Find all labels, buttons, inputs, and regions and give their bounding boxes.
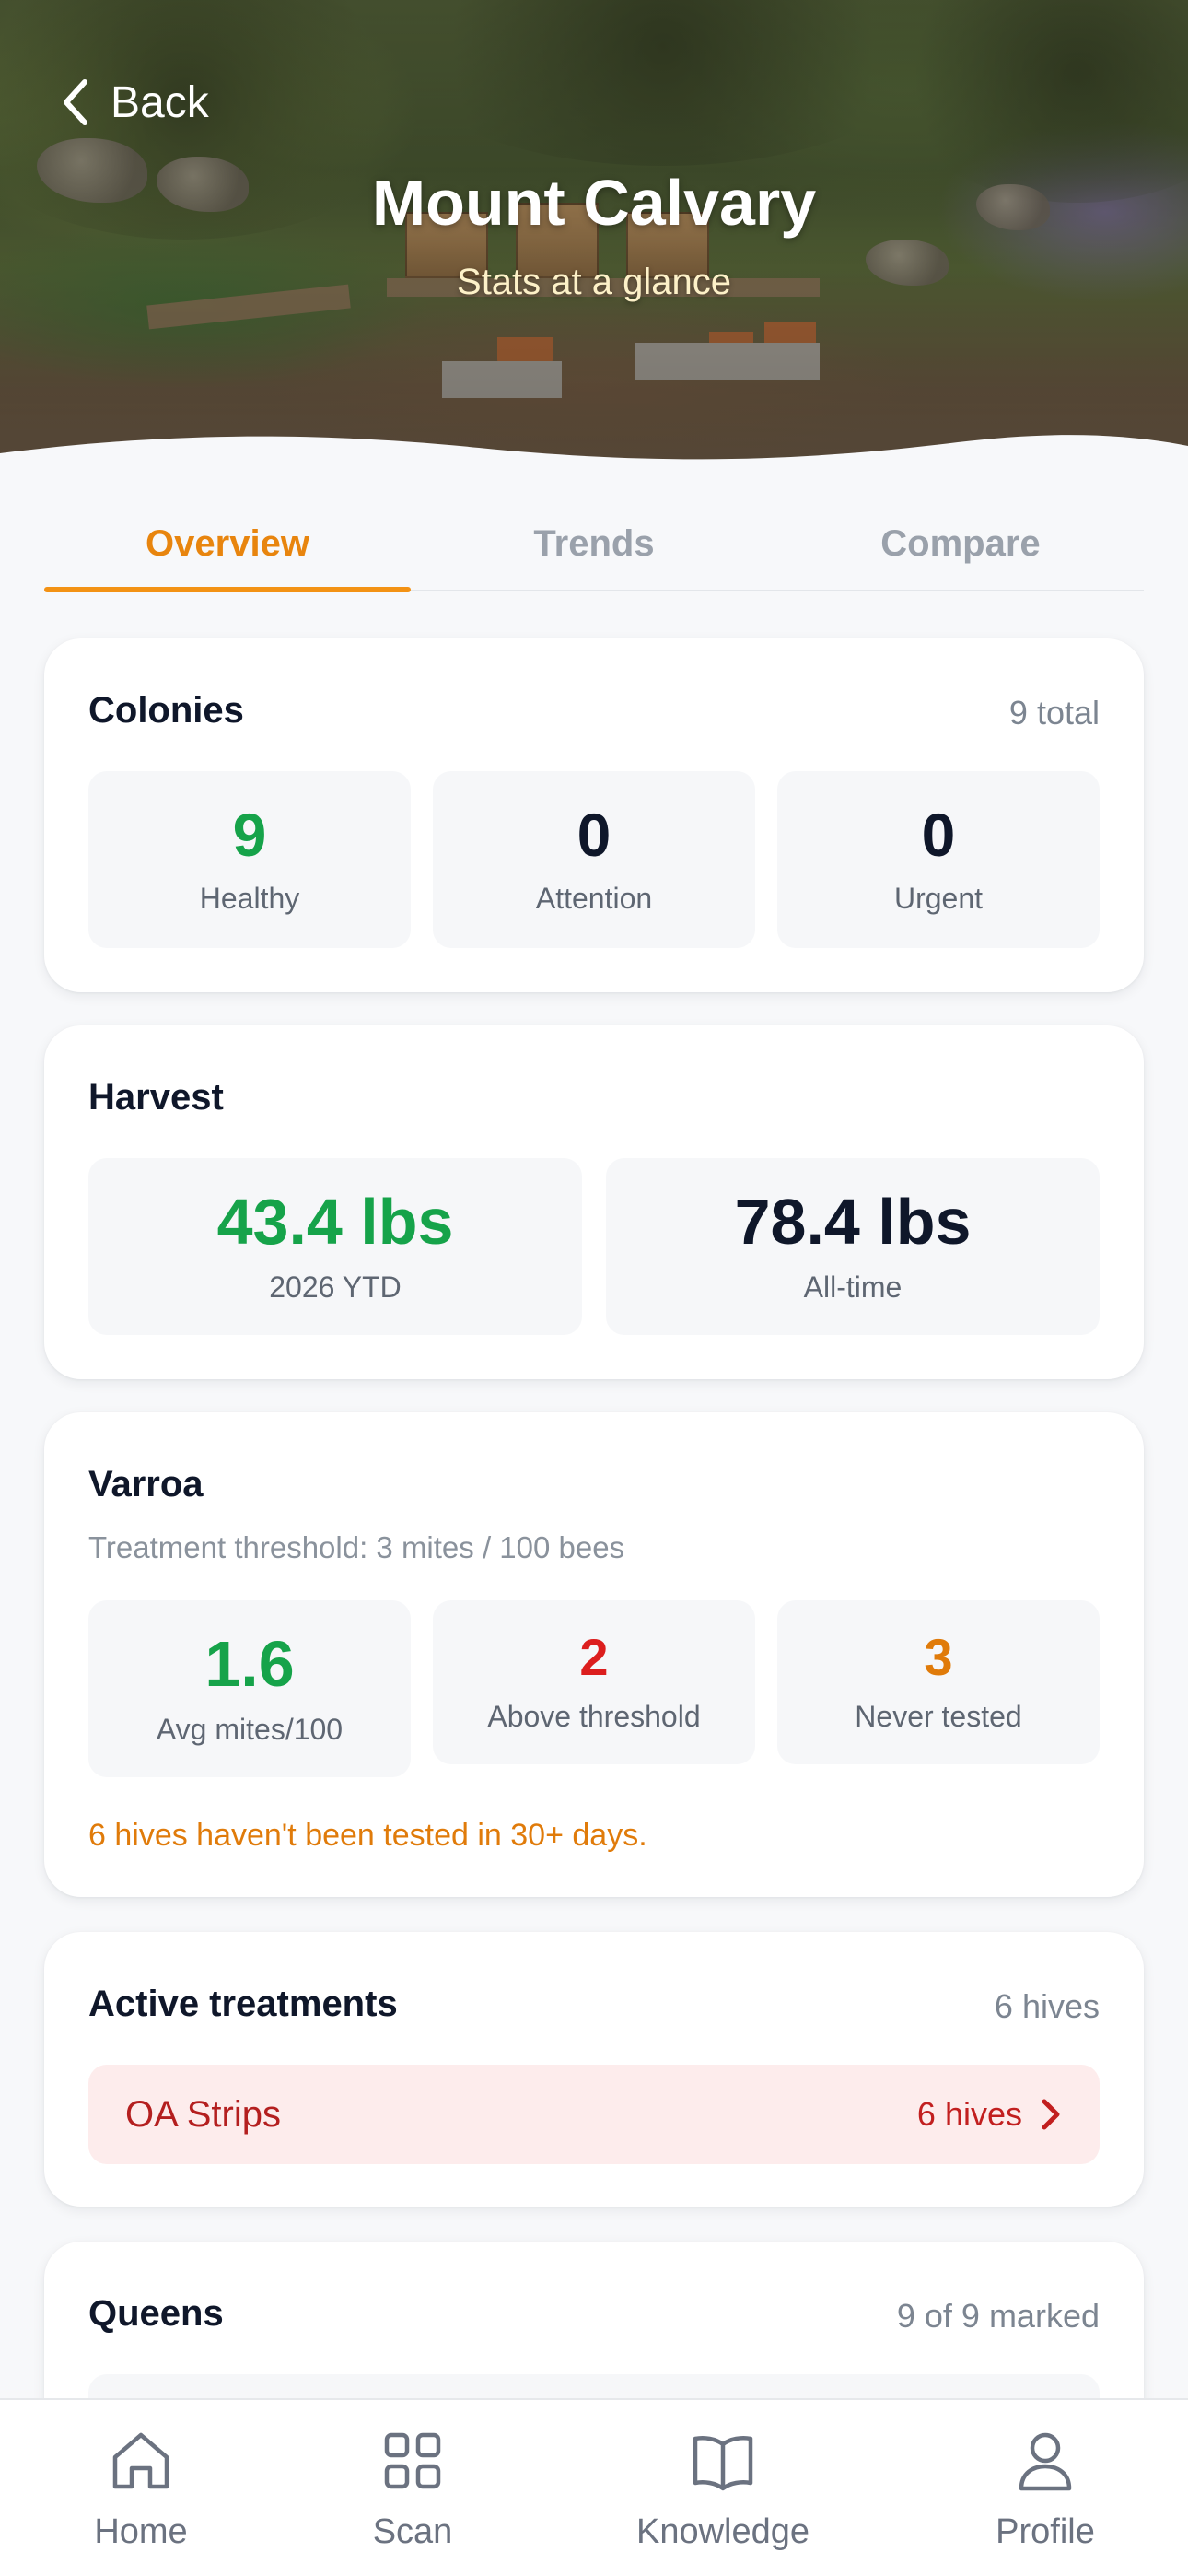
urgent-label: Urgent xyxy=(893,881,984,915)
nav-profile-label: Profile xyxy=(996,2512,1095,2551)
tab-compare[interactable]: Compare xyxy=(777,498,1144,590)
attention-stat: 0 Attention xyxy=(433,771,755,948)
page-title: Mount Calvary xyxy=(371,167,817,239)
back-label: Back xyxy=(111,77,209,127)
queens-marked: 9 of 9 marked xyxy=(896,2297,1100,2335)
back-button[interactable]: Back xyxy=(57,70,209,135)
above-threshold-label: Above threshold xyxy=(487,1699,701,1733)
user-icon xyxy=(1019,2432,1072,2491)
treatment-hives-count: 6 hives xyxy=(916,2095,1022,2133)
hero-wave xyxy=(0,435,1188,488)
tab-overview[interactable]: Overview xyxy=(44,498,411,592)
hero-banner: Back Mount Calvary Stats at a glance xyxy=(0,0,1188,488)
grid-icon xyxy=(384,2432,441,2489)
above-threshold-value: 2 xyxy=(579,1627,609,1686)
queens-title: Queens xyxy=(88,2293,224,2334)
never-tested-value: 3 xyxy=(924,1627,953,1686)
harvest-title: Harvest xyxy=(88,1077,224,1118)
harvest-ytd-label: 2026 YTD xyxy=(269,1270,402,1304)
attention-label: Attention xyxy=(535,881,653,915)
avg-mites-stat: 1.6 Avg mites/100 xyxy=(88,1600,411,1777)
harvest-alltime-label: All-time xyxy=(803,1270,903,1304)
never-tested-label: Never tested xyxy=(855,1699,1022,1733)
nav-home[interactable]: Home xyxy=(21,2400,261,2576)
urgent-count: 0 xyxy=(921,800,956,869)
varroa-title: Varroa xyxy=(88,1464,204,1505)
bottom-nav: Home Scan Knowledge Profile xyxy=(0,2398,1188,2576)
nav-knowledge-label: Knowledge xyxy=(635,2512,810,2551)
colonies-card: Colonies 9 total 9 Healthy 0 Attention 0… xyxy=(44,638,1144,992)
colonies-title: Colonies xyxy=(88,690,244,731)
varroa-card: Varroa Treatment threshold: 3 mites / 10… xyxy=(44,1412,1144,1897)
home-icon xyxy=(112,2432,169,2489)
never-tested-stat: 3 Never tested xyxy=(777,1600,1100,1764)
harvest-ytd-value: 43.4 lbs xyxy=(216,1185,454,1258)
varroa-warning: 6 hives haven't been tested in 30+ days. xyxy=(88,1818,647,1853)
nav-profile[interactable]: Profile xyxy=(926,2400,1165,2576)
treatments-card: Active treatments 6 hives OA Strips 6 hi… xyxy=(44,1932,1144,2207)
chevron-left-icon xyxy=(64,79,87,125)
treatments-count: 6 hives xyxy=(994,1987,1100,2025)
harvest-alltime-value: 78.4 lbs xyxy=(734,1185,972,1258)
nav-scan-label: Scan xyxy=(372,2512,453,2551)
above-threshold-stat: 2 Above threshold xyxy=(433,1600,755,1764)
book-icon xyxy=(693,2436,753,2491)
treatments-title: Active treatments xyxy=(88,1984,398,2024)
harvest-card: Harvest 43.4 lbs 2026 YTD 78.4 lbs All-t… xyxy=(44,1025,1144,1379)
colonies-total: 9 total xyxy=(1008,694,1100,732)
treatment-name: OA Strips xyxy=(125,2093,281,2135)
harvest-ytd-stat: 43.4 lbs 2026 YTD xyxy=(88,1158,582,1335)
page-subtitle: Stats at a glance xyxy=(457,262,731,302)
tab-bar: Overview Trends Compare xyxy=(44,498,1144,592)
tab-trends[interactable]: Trends xyxy=(411,498,777,590)
treatment-hives: 6 hives xyxy=(917,2095,1063,2134)
avg-mites-value: 1.6 xyxy=(204,1627,295,1700)
healthy-stat: 9 Healthy xyxy=(88,771,411,948)
nav-scan[interactable]: Scan xyxy=(293,2400,532,2576)
nav-knowledge[interactable]: Knowledge xyxy=(603,2400,843,2576)
healthy-count: 9 xyxy=(232,800,267,869)
healthy-label: Healthy xyxy=(199,881,300,915)
harvest-alltime-stat: 78.4 lbs All-time xyxy=(606,1158,1100,1335)
nav-home-label: Home xyxy=(94,2512,188,2551)
varroa-threshold: Treatment threshold: 3 mites / 100 bees xyxy=(88,1530,625,1564)
chevron-right-icon xyxy=(1042,2099,1060,2130)
attention-count: 0 xyxy=(577,800,611,869)
urgent-stat: 0 Urgent xyxy=(777,771,1100,948)
treatment-item[interactable]: OA Strips 6 hives xyxy=(88,2065,1100,2164)
avg-mites-label: Avg mites/100 xyxy=(156,1712,344,1746)
